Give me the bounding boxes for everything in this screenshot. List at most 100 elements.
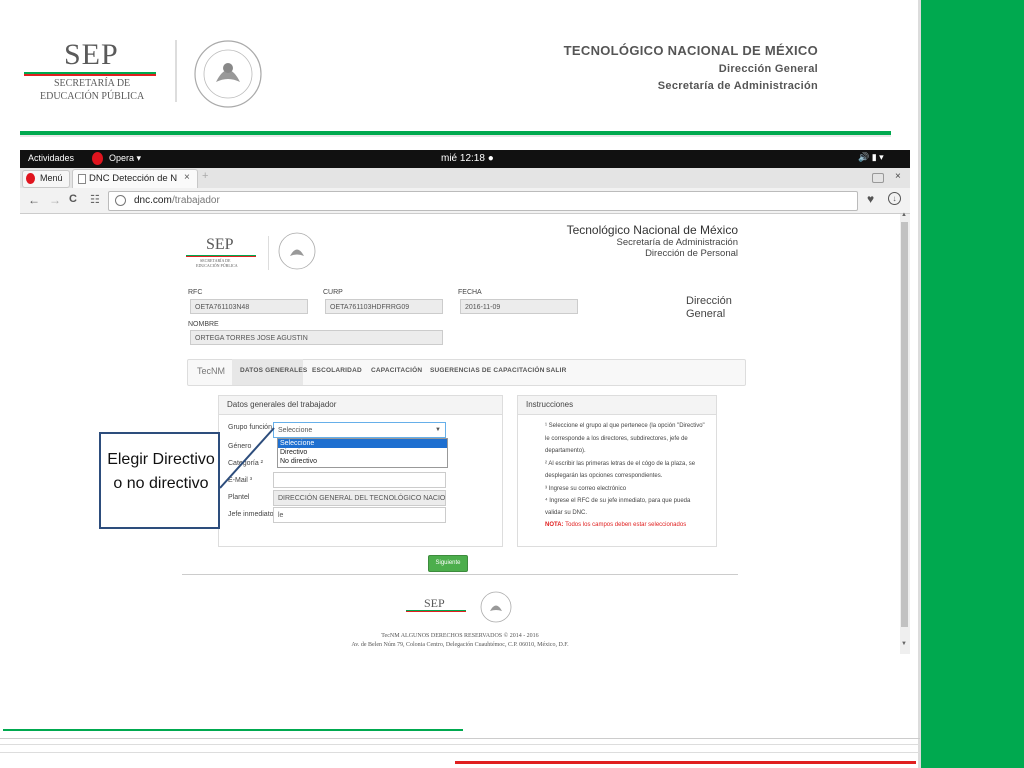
speed-dial-icon[interactable]: ☷ [90, 193, 100, 206]
callout-arrow [219, 427, 275, 489]
sep-logo-sub2: EDUCACIÓN PÚBLICA [40, 91, 145, 102]
tab-title: DNC Detección de N [89, 173, 178, 184]
bottom-gray-line-1 [0, 738, 920, 739]
scroll-up-icon[interactable]: ▲ [901, 212, 907, 218]
activities-button[interactable]: Actividades [28, 153, 74, 163]
site-info-icon[interactable] [115, 195, 126, 206]
vertical-scrollbar[interactable]: ▲ ▼ [900, 212, 910, 654]
slide-sep-logo: SEP SECRETARÍA DE EDUCACIÓN PÚBLICA [24, 38, 164, 108]
browser-address-bar: ← → C ☷ dnc.com /trabajador ♥ ↓ [20, 188, 910, 214]
instruction-line-5: desplegarán las opciones correspondiente… [545, 473, 663, 479]
instructions-title: Instrucciones [518, 396, 716, 415]
instruction-line-7: ⁴ Ingrese el RFC de su jefe inmediato, p… [545, 498, 691, 504]
curp-label: CURP [323, 289, 343, 296]
callout-text: Elegir Directivo o no directivo [107, 451, 215, 492]
option-seleccione[interactable]: Seleccione [278, 439, 447, 448]
page-icon [78, 174, 86, 184]
option-directivo[interactable]: Directivo [278, 448, 447, 457]
tab-sugerencias[interactable]: SUGERENCIAS DE CAPACITACIÓN [430, 367, 545, 374]
grupo-select[interactable]: Seleccione ▼ [273, 422, 446, 438]
opera-menu-icon [26, 173, 35, 184]
scroll-down-icon[interactable]: ▼ [901, 641, 907, 647]
page-footer-rule [182, 574, 738, 575]
rfc-label: RFC [188, 289, 203, 296]
mexico-seal-icon [190, 38, 266, 115]
header-gray-line [20, 135, 891, 137]
tab-datos-generales[interactable]: DATOS GENERALES [240, 367, 307, 374]
reload-icon[interactable]: C [69, 193, 77, 205]
menu-label: Menú [40, 173, 63, 183]
curp-field[interactable]: OETA761103HDFRRG09 [325, 299, 443, 314]
fecha-label: FECHA [458, 289, 482, 296]
url-field[interactable]: dnc.com /trabajador [108, 191, 858, 211]
grupo-dropdown: Seleccione Directivo No directivo [277, 438, 448, 468]
grupo-select-value: Seleccione [278, 427, 313, 434]
nota-text: Todos los campos deben estar seleccionad… [563, 522, 687, 528]
slide-title: TECNOLÓGICO NACIONAL DE MÉXICO [563, 43, 818, 58]
url-host: dnc.com [134, 195, 172, 206]
page-sep-logo: SEP SECRETARÍA DE EDUCACIÓN PÚBLICA [186, 236, 266, 272]
fecha-field[interactable]: 2016-11-09 [460, 299, 578, 314]
instruction-line-3: departamento). [545, 448, 586, 454]
nombre-label: NOMBRE [188, 321, 219, 328]
new-tab-button[interactable]: + [202, 170, 208, 182]
tab-close-icon[interactable]: × [184, 172, 190, 183]
nota-label: NOTA: [545, 522, 564, 528]
download-icon[interactable]: ↓ [888, 192, 901, 205]
footer-sep-logo: SEP [406, 596, 476, 622]
instruction-line-2: le corresponde a los directores, subdire… [545, 436, 688, 442]
footer-mexico-seal-icon [479, 590, 513, 629]
page-logo-divider [268, 236, 269, 270]
back-icon[interactable]: ← [28, 193, 40, 207]
clock[interactable]: mié 12:18 ● [441, 153, 494, 164]
page-logo-sub2: EDUCACIÓN PÚBLICA [196, 263, 238, 268]
window-close-button[interactable]: × [895, 171, 901, 182]
option-no-directivo[interactable]: No directivo [278, 457, 447, 466]
instruction-line-1: ¹ Seleccione el grupo al que pertenece (… [545, 423, 705, 429]
rfc-field[interactable]: OETA761103N48 [190, 299, 308, 314]
system-tray[interactable]: 🔊 ▮ ▾ [858, 152, 884, 163]
slide-subtitle-2: Secretaría de Administración [657, 80, 818, 92]
footer-copyright: TecNM ALGUNOS DERECHOS RESERVADOS © 2014… [381, 633, 539, 639]
plantel-label: Plantel [228, 494, 250, 501]
browser-tab-bar: Menú DNC Detección de N × + × [20, 168, 910, 189]
nav-brand[interactable]: TecNM [197, 366, 225, 376]
bottom-gray-line-2 [0, 744, 920, 745]
siguiente-button[interactable]: Siguiente [428, 555, 468, 572]
page-logo-text: SEP [206, 236, 234, 253]
bottom-red-line [455, 761, 916, 764]
chevron-down-icon: ▼ [435, 427, 441, 433]
bookmark-heart-icon[interactable]: ♥ [867, 192, 874, 206]
org-subtitle-1: Secretaría de Administración [616, 237, 738, 248]
tab-escolaridad[interactable]: ESCOLARIDAD [312, 367, 362, 374]
opera-app-menu[interactable]: Opera ▾ [109, 153, 141, 164]
org-subtitle-2: Dirección de Personal [645, 248, 738, 259]
slide-divider [175, 40, 177, 102]
instruction-line-6: ³ Ingrese su correo electrónico [545, 486, 627, 492]
plantel-field[interactable]: DIRECCIÓN GENERAL DEL TECNOLÓGICO NACION… [273, 490, 446, 506]
opera-menu-button[interactable]: Menú [22, 170, 70, 188]
bottom-green-line [3, 729, 463, 731]
org-title: Tecnológico Nacional de México [566, 223, 738, 237]
footer-address: Av. de Belen Núm 79, Colonia Centro, Del… [351, 642, 569, 648]
slide-green-bar [921, 0, 1024, 768]
instruction-line-8: validar su DNC. [545, 510, 588, 516]
scrollbar-thumb[interactable] [901, 222, 908, 627]
footer-logo-text: SEP [424, 596, 445, 610]
sep-logo-sub1: SECRETARÍA DE [54, 78, 131, 89]
jefe-label: Jefe inmediato ⁴ [228, 511, 279, 518]
url-path: /trabajador [172, 195, 220, 206]
jefe-field[interactable]: le [273, 507, 446, 523]
tab-dnc[interactable]: DNC Detección de N × [72, 169, 198, 189]
instruction-line-4: ² Al escribir las primeras letras de el … [545, 461, 696, 467]
tab-capacitacion[interactable]: CAPACITACIÓN [371, 367, 422, 374]
tab-salir[interactable]: SALIR [546, 367, 567, 374]
email-field[interactable] [273, 472, 446, 488]
dir-general-1: Dirección [686, 295, 732, 307]
forward-icon[interactable]: → [49, 193, 61, 207]
nombre-field[interactable]: ORTEGA TORRES JOSE AGUSTIN [190, 330, 443, 345]
dir-general-2: General [686, 308, 726, 320]
page-mexico-seal-icon [277, 231, 317, 276]
tab-menu-icon[interactable] [872, 173, 884, 183]
opera-icon [92, 152, 103, 165]
